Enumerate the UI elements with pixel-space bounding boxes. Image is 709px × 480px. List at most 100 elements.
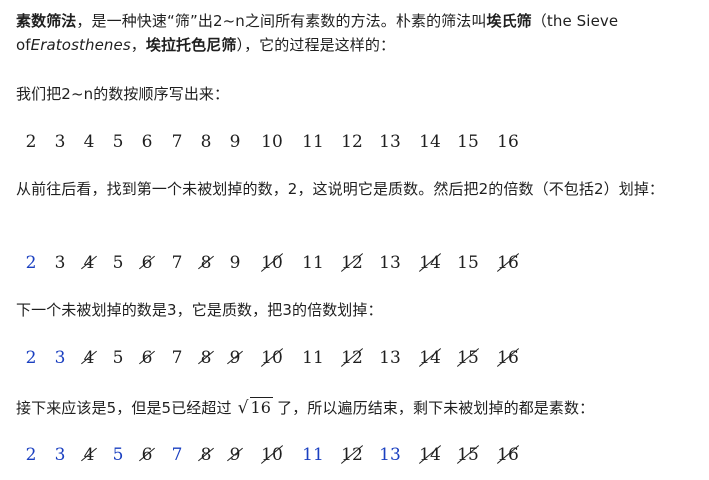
sequence-number-4: 4	[81, 344, 97, 372]
sequence-number-5: 5	[112, 253, 124, 273]
strike-through-mark	[496, 348, 520, 367]
strike-through-mark	[340, 253, 364, 272]
sequence-number-5: 5	[112, 445, 124, 465]
sequence-number-6: 6	[139, 344, 155, 372]
strike-through-mark	[81, 350, 97, 365]
step4-paragraph: 接下来应该是5，但是5已经超过 √ 16 了，所以遍历结束，剩下未被划掉的都是素数：	[16, 396, 594, 420]
sequence-number-16: 16	[496, 445, 520, 465]
intro-paragraph: 素数筛法，是一种快速“筛”出2~n之间所有素数的方法。朴素的筛法叫埃氏筛（the…	[16, 9, 696, 57]
term-eratosthenes-cn: 埃氏筛	[486, 12, 532, 30]
sequence-number-9: 9	[227, 344, 243, 372]
strike-through-mark	[139, 350, 155, 365]
sequence-number-14: 14	[418, 348, 442, 368]
sequence-number-4: 4	[83, 132, 95, 152]
sequence-number-15: 15	[456, 348, 480, 368]
sequence-number-12: 12	[340, 445, 364, 465]
radical-sign: √	[237, 398, 249, 418]
sequence-number-7: 7	[171, 253, 183, 273]
strike-through-mark	[418, 253, 442, 272]
step2-paragraph: 从前往后看，找到第一个未被划掉的数，2，这说明它是质数。然后把2的倍数（不包括2…	[16, 180, 665, 198]
intro-comma: ，	[130, 36, 146, 54]
sequence-number-15: 15	[457, 253, 479, 273]
step4-text-before: 接下来应该是5，但是5已经超过	[16, 399, 232, 417]
sequence-number-15: 15	[457, 132, 479, 152]
sequence-number-2: 2	[25, 445, 37, 465]
sequence-number-16: 16	[496, 253, 520, 273]
strike-through-mark	[496, 253, 520, 272]
sequence-number-6: 6	[141, 132, 153, 152]
sequence-number-4: 4	[81, 249, 97, 277]
step3-paragraph: 下一个未被划掉的数是3，它是质数，把3的倍数划掉：	[16, 301, 383, 319]
intro-text-2: ），它的过程是这样的：	[236, 36, 396, 54]
strike-through-mark	[198, 350, 214, 365]
sequence-number-8: 8	[198, 441, 214, 469]
sequence-number-5: 5	[112, 132, 124, 152]
sequence-number-14: 14	[419, 132, 441, 152]
sequence-number-6: 6	[139, 441, 155, 469]
sequence-number-11: 11	[302, 132, 324, 152]
sequence-number-14: 14	[418, 445, 442, 465]
sequence-number-2: 2	[25, 253, 37, 273]
strike-through-mark	[81, 447, 97, 462]
strike-through-mark	[260, 348, 284, 367]
sequence-number-12: 12	[341, 132, 363, 152]
sequence-number-15: 15	[456, 445, 480, 465]
sequence-number-13: 13	[379, 348, 401, 368]
sequence-number-9: 9	[227, 441, 243, 469]
strike-through-mark	[418, 348, 442, 367]
sequence-number-11: 11	[302, 445, 324, 465]
sequence-number-2: 2	[25, 348, 37, 368]
strike-through-mark	[456, 348, 480, 367]
sequence-number-7: 7	[171, 132, 183, 152]
sequence-number-10: 10	[260, 445, 284, 465]
sequence-number-4: 4	[81, 441, 97, 469]
sqrt-expression: √ 16	[238, 396, 274, 420]
sequence-number-16: 16	[496, 348, 520, 368]
strike-through-mark	[340, 445, 364, 464]
sequence-number-2: 2	[25, 132, 37, 152]
strike-through-mark	[260, 253, 284, 272]
sequence-number-8: 8	[200, 132, 212, 152]
term-eratosthenes-alt: 埃拉托色尼筛	[145, 36, 237, 54]
sequence-number-13: 13	[379, 132, 401, 152]
strike-through-mark	[139, 255, 155, 270]
sequence-number-3: 3	[54, 132, 66, 152]
strike-through-mark	[418, 445, 442, 464]
strike-through-mark	[198, 255, 214, 270]
sequence-number-11: 11	[302, 253, 324, 273]
strike-through-mark	[227, 350, 243, 365]
sequence-number-12: 12	[340, 348, 364, 368]
strike-through-mark	[340, 348, 364, 367]
intro-text-1: ，是一种快速“筛”出2~n之间所有素数的方法。朴素的筛法叫	[76, 12, 487, 30]
term-sieve: 素数筛法	[16, 12, 77, 30]
sequence-number-7: 7	[171, 348, 183, 368]
strike-through-mark	[198, 447, 214, 462]
sequence-number-10: 10	[260, 348, 284, 368]
sequence-number-13: 13	[379, 253, 401, 273]
sequence-number-9: 9	[229, 132, 241, 152]
sequence-number-13: 13	[379, 445, 401, 465]
strike-through-mark	[260, 445, 284, 464]
sequence-number-6: 6	[139, 249, 155, 277]
step1-paragraph: 我们把2~n的数按顺序写出来：	[16, 85, 230, 103]
step4-text-after: 了，所以遍历结束，剩下未被划掉的都是素数：	[277, 399, 595, 417]
sequence-number-12: 12	[340, 253, 364, 273]
strike-through-mark	[227, 447, 243, 462]
sequence-number-8: 8	[198, 344, 214, 372]
sequence-number-10: 10	[261, 132, 283, 152]
sequence-number-16: 16	[497, 132, 519, 152]
radicand: 16	[249, 397, 274, 417]
strike-through-mark	[456, 445, 480, 464]
strike-through-mark	[496, 445, 520, 464]
sequence-number-5: 5	[112, 348, 124, 368]
sequence-number-3: 3	[54, 348, 66, 368]
sequence-number-3: 3	[54, 253, 66, 273]
term-eratosthenes-en: Eratosthenes	[30, 36, 131, 54]
sequence-number-10: 10	[260, 253, 284, 273]
sequence-number-11: 11	[302, 348, 324, 368]
sequence-number-14: 14	[418, 253, 442, 273]
strike-through-mark	[81, 255, 97, 270]
strike-through-mark	[139, 447, 155, 462]
sequence-number-3: 3	[54, 445, 66, 465]
sequence-number-9: 9	[229, 253, 241, 273]
